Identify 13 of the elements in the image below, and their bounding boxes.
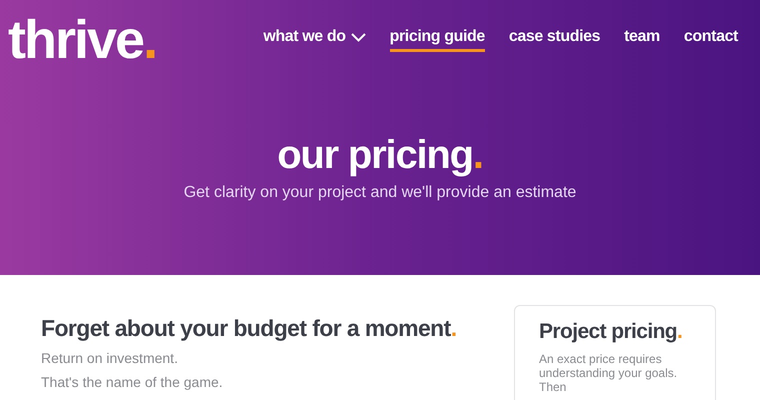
logo[interactable]: thrive. (8, 10, 156, 70)
nav-link[interactable]: contact (684, 28, 738, 52)
nav-link[interactable]: what we do (263, 28, 366, 52)
page-subtitle: Get clarity on your project and we'll provide an estimate (182, 184, 578, 202)
card-text: An exact price requires understanding your goals. Then (539, 352, 678, 394)
body-text: That's the name of the game. (41, 374, 224, 390)
card-heading: Project pricing. (539, 320, 684, 344)
nav-link[interactable]: team (624, 28, 660, 52)
page-title: our pricing. (276, 132, 484, 178)
nav-link[interactable]: pricing guide (390, 28, 485, 52)
body-text: Return on investment. (41, 350, 179, 366)
nav-link[interactable]: case studies (508, 28, 600, 52)
section-heading: Forget about your budget for a moment. (41, 315, 456, 342)
